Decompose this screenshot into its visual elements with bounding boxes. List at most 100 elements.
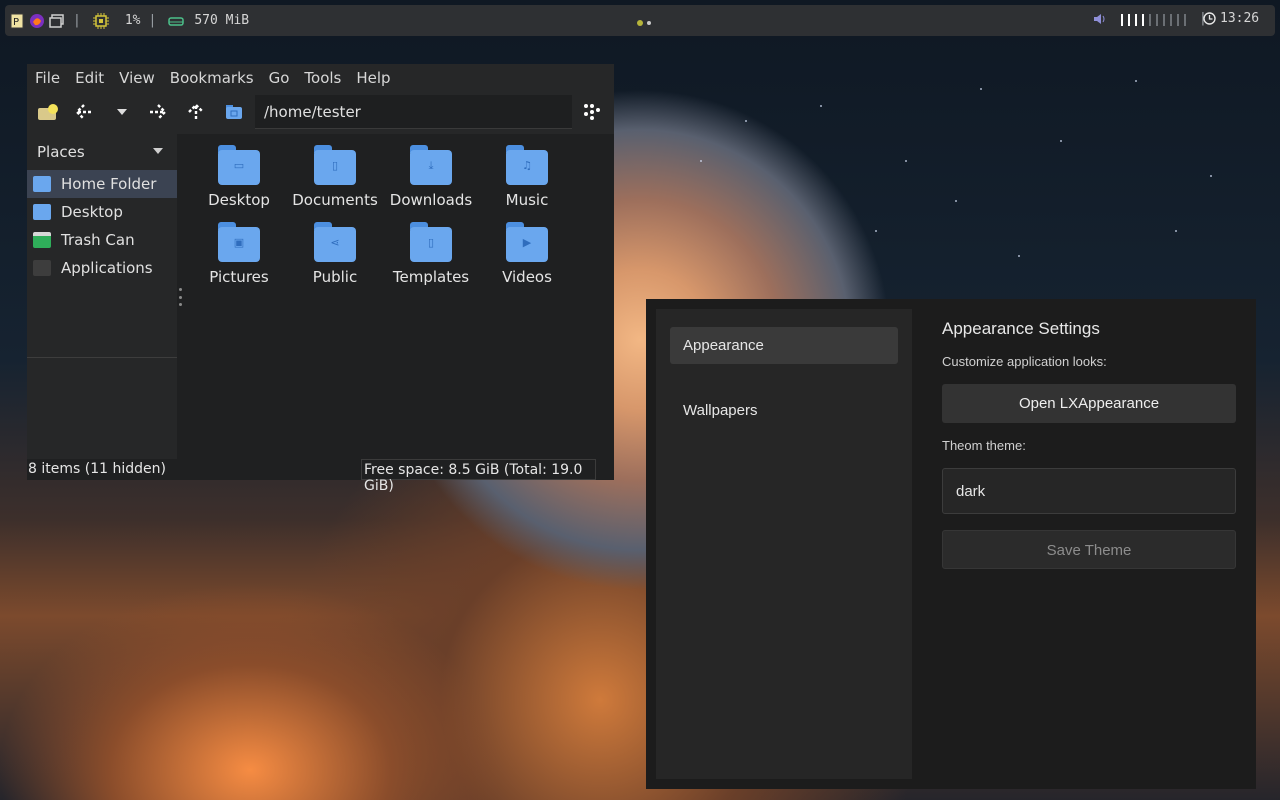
settings-sidebar: Appearance Wallpapers [656, 309, 912, 779]
sidebar-item-label: Desktop [61, 203, 123, 221]
save-theme-button[interactable]: Save Theme [942, 530, 1236, 569]
sidebar-item-label: Applications [61, 259, 153, 277]
clock-time: 13:26 [1220, 11, 1260, 26]
file-name: Pictures [209, 268, 269, 286]
menu-edit[interactable]: Edit [75, 69, 104, 87]
forward-icon [150, 104, 167, 120]
separator: | [148, 13, 157, 28]
downloads-folder-icon: ⤓ [410, 145, 452, 185]
videos-folder-icon: ▶ [506, 222, 548, 262]
item-count: 8 items (11 hidden) [28, 461, 166, 477]
folder-icon: ▭ [218, 145, 260, 185]
volume-tick [1170, 14, 1172, 26]
file-item-pictures[interactable]: ▣ Pictures [194, 222, 284, 286]
open-lxappearance-button[interactable]: Open LXAppearance [942, 384, 1236, 423]
home-button[interactable] [221, 99, 247, 125]
back-button[interactable] [71, 99, 97, 125]
up-button[interactable] [183, 99, 209, 125]
chevron-down-icon [117, 109, 127, 115]
sidebar-item-applications[interactable]: Applications [27, 254, 177, 282]
volume-tick [1121, 14, 1123, 26]
star [1135, 80, 1137, 82]
status-bar: 8 items (11 hidden) Free space: 8.5 GiB … [27, 459, 614, 494]
file-view: ▭ Desktop ▯ Documents ⤓ Downloads ♫ Musi… [185, 134, 614, 459]
public-folder-icon: ⋖ [314, 222, 356, 262]
file-name: Templates [392, 268, 470, 286]
nav-wallpapers[interactable]: Wallpapers [670, 392, 898, 429]
volume-level-bar[interactable] [1121, 14, 1186, 26]
sidebar-item-label: Trash Can [61, 231, 135, 249]
volume-tick [1149, 14, 1151, 26]
nav-appearance[interactable]: Appearance [670, 327, 898, 364]
theme-input[interactable]: dark [942, 468, 1236, 514]
menu-bar: File Edit View Bookmarks Go Tools Help [27, 64, 614, 91]
history-dropdown-button[interactable] [109, 99, 135, 125]
go-button[interactable] [579, 99, 605, 125]
path-bar[interactable]: /home/tester [255, 95, 572, 129]
sidebar-item-label: Home Folder [61, 175, 157, 193]
workspace-dot[interactable] [647, 21, 651, 25]
templates-folder-icon: ▯ [410, 222, 452, 262]
menu-file[interactable]: File [35, 69, 60, 87]
places-label: Places [37, 143, 85, 161]
volume-tick [1128, 14, 1130, 26]
memory-icon [168, 13, 185, 29]
documents-folder-icon: ▯ [314, 145, 356, 185]
file-manager-window: File Edit View Bookmarks Go Tools Help /… [27, 64, 614, 494]
menu-go[interactable]: Go [269, 69, 290, 87]
file-item-music[interactable]: ♫ Music [482, 145, 572, 209]
menu-help[interactable]: Help [356, 69, 390, 87]
top-panel: P | 1% | 570 MiB | 13:26 [5, 5, 1275, 36]
file-name: Desktop [208, 191, 270, 209]
folder-icon [226, 105, 242, 119]
sidebar-item-desktop[interactable]: Desktop [27, 198, 177, 226]
back-icon [75, 104, 92, 120]
section-label: Customize application looks: [942, 354, 1107, 369]
theme-label: Theom theme: [942, 438, 1026, 453]
star [1175, 230, 1177, 232]
forward-button[interactable] [145, 99, 171, 125]
volume-tick [1184, 14, 1186, 26]
sidebar-item-home-folder[interactable]: Home Folder [27, 170, 177, 198]
pane-resize-handle[interactable] [179, 288, 183, 306]
pictures-folder-icon: ▣ [218, 222, 260, 262]
firefox-icon[interactable] [29, 13, 45, 29]
menu-bookmarks[interactable]: Bookmarks [170, 69, 254, 87]
star [745, 120, 747, 122]
toolbar: /home/tester [27, 91, 614, 134]
file-item-public[interactable]: ⋖ Public [290, 222, 380, 286]
file-item-templates[interactable]: ▯ Templates [386, 222, 476, 286]
separator: | [73, 13, 81, 28]
volume-tick [1156, 14, 1158, 26]
workspace-active-dot[interactable] [637, 20, 643, 26]
new-tab-button[interactable] [35, 99, 61, 125]
menu-view[interactable]: View [119, 69, 155, 87]
file-item-downloads[interactable]: ⤓ Downloads [386, 145, 476, 209]
volume-icon[interactable] [1093, 12, 1107, 30]
sidebar-item-trash-can[interactable]: Trash Can [27, 226, 177, 254]
clock-icon [1203, 12, 1216, 25]
places-header[interactable]: Places [27, 134, 177, 170]
file-item-videos[interactable]: ▶ Videos [482, 222, 572, 286]
file-item-desktop[interactable]: ▭ Desktop [194, 145, 284, 209]
file-item-documents[interactable]: ▯ Documents [290, 145, 380, 209]
divider [27, 357, 177, 358]
places-sidebar: Places Home Folder Desktop Trash Can App… [27, 134, 177, 459]
cpu-icon [92, 12, 109, 29]
star [700, 160, 702, 162]
volume-tick [1142, 14, 1144, 26]
home-folder-icon [33, 176, 51, 192]
file-name: Videos [502, 268, 552, 286]
page-title: Appearance Settings [942, 319, 1100, 338]
chevron-down-icon[interactable] [153, 148, 163, 154]
volume-tick [1163, 14, 1165, 26]
star [1060, 140, 1062, 142]
new-tab-icon [38, 104, 58, 120]
trash-icon [33, 232, 51, 248]
star [955, 200, 957, 202]
windows-icon[interactable] [49, 13, 65, 29]
settings-content: Appearance Settings Customize applicatio… [942, 309, 1236, 569]
menu-tools[interactable]: Tools [304, 69, 341, 87]
pinned-app-icon[interactable]: P [9, 13, 25, 29]
star [905, 160, 907, 162]
